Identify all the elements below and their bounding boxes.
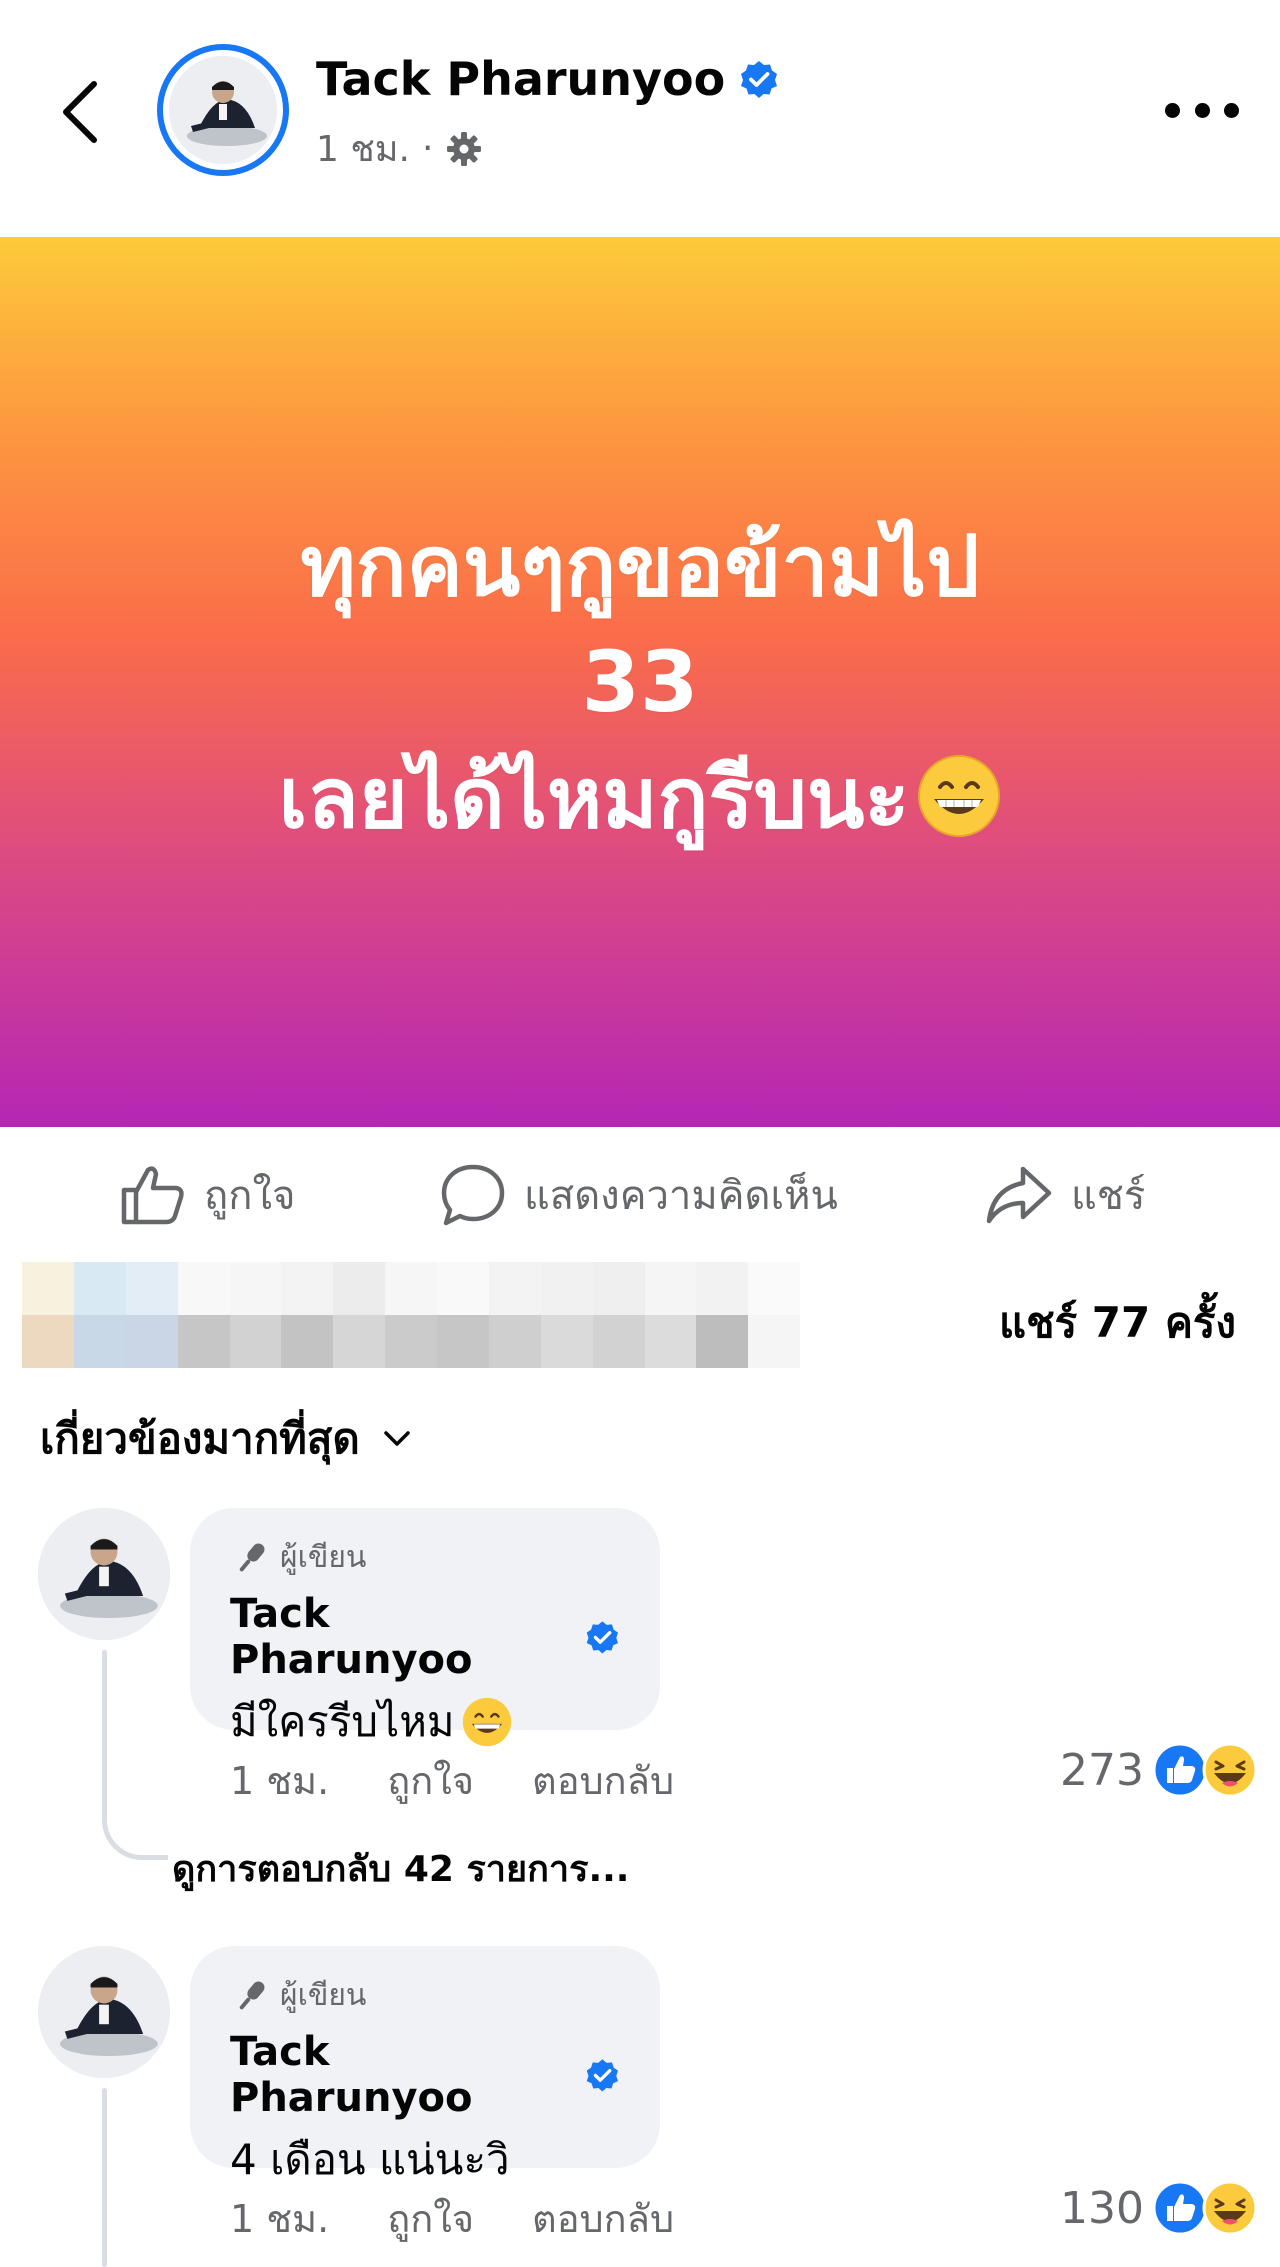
grinning-face-emoji-icon: [462, 1697, 511, 1747]
shares-count[interactable]: แชร์ 77 ครั้ง: [999, 1290, 1236, 1356]
thread-line: [102, 1650, 107, 1820]
share-button[interactable]: แชร์: [985, 1150, 1145, 1240]
avatar-photo: [38, 1946, 170, 2078]
comment-reply-button[interactable]: ตอบกลับ: [532, 1750, 674, 1811]
avatar-photo: [169, 56, 277, 164]
comment-bubble[interactable]: ผู้เขียน Tack Pharunyoo มีใครรีบไหม: [190, 1508, 660, 1747]
author-name-text[interactable]: Tack Pharunyoo: [316, 52, 725, 106]
chevron-left-icon: [63, 81, 97, 143]
dot: [1194, 102, 1210, 118]
comment-avatar[interactable]: [38, 1508, 170, 1640]
comment-author-name[interactable]: Tack Pharunyoo: [230, 2029, 573, 2121]
comment-author[interactable]: Tack Pharunyoo: [230, 2029, 620, 2121]
haha-reaction-icon: [1202, 2180, 1258, 2236]
share-label: แชร์: [1071, 1173, 1146, 1219]
more-options-button[interactable]: [1165, 90, 1239, 130]
comment-reply-button[interactable]: ตอบกลับ: [532, 2188, 674, 2249]
thread-line: [102, 2088, 107, 2267]
sort-label: เกี่ยวข้องมากที่สุด: [40, 1414, 360, 1463]
like-button[interactable]: ถูกใจ: [120, 1150, 295, 1240]
post-action-bar: ถูกใจ แสดงความคิดเห็น แชร์: [0, 1150, 1280, 1240]
verified-badge-icon: [587, 1621, 619, 1654]
comment-like-button[interactable]: ถูกใจ: [387, 2188, 474, 2249]
meta-separator: ·: [421, 128, 434, 169]
comment-bubble-icon: [441, 1164, 505, 1226]
grinning-face-emoji-icon: [917, 755, 1000, 837]
reaction-icons: [1152, 1742, 1258, 1798]
comment-button[interactable]: แสดงความคิดเห็น: [440, 1150, 838, 1240]
post-text-line-2: 33: [581, 633, 699, 731]
haha-reaction-icon: [1202, 1742, 1258, 1798]
post-header: Tack Pharunyoo 1 ชม. ·: [0, 0, 1280, 236]
comment-reactions[interactable]: 130: [1060, 2180, 1258, 2236]
post-content[interactable]: ทุกคนๆกูขอข้ามไป 33 เลยได้ไหมกูรีบนะ: [0, 237, 1280, 1127]
comment-text-content: 4 เดือน แน่นะวิ: [230, 2135, 510, 2184]
microphone-icon: [239, 1980, 265, 2009]
reaction-count: 273: [1060, 1744, 1144, 1796]
reactions-summary-blurred[interactable]: [22, 1262, 852, 1368]
post-time[interactable]: 1 ชม.: [316, 120, 410, 177]
reaction-count: 130: [1060, 2182, 1144, 2234]
verified-badge-icon: [741, 61, 778, 98]
thumbs-up-icon: [121, 1166, 184, 1225]
comment-text: มีใครรีบไหม: [230, 1689, 620, 1755]
like-reaction-icon: [1152, 2180, 1208, 2236]
comment-actions: 1 ชม. ถูกใจ ตอบกลับ: [230, 1750, 674, 1811]
like-label: ถูกใจ: [204, 1173, 296, 1219]
author-badge-label: ผู้เขียน: [280, 1978, 367, 2013]
comment-reactions[interactable]: 273: [1060, 1742, 1258, 1798]
comment-sort-dropdown[interactable]: เกี่ยวข้องมากที่สุด: [40, 1406, 412, 1472]
comment-text: 4 เดือน แน่นะวิ: [230, 2127, 620, 2193]
dot: [1165, 102, 1180, 118]
author-avatar[interactable]: [157, 44, 289, 176]
post-text-line-3-text: เลยได้ไหมกูรีบนะ: [278, 749, 910, 847]
comment-author[interactable]: Tack Pharunyoo: [230, 1591, 620, 1683]
verified-badge-icon: [587, 2059, 619, 2092]
comment-text-content: มีใครรีบไหม: [230, 1697, 455, 1746]
like-reaction-icon: [1152, 1742, 1208, 1798]
gear-icon: [447, 131, 482, 166]
chevron-down-icon: [383, 1431, 410, 1446]
post-text-line-3: เลยได้ไหมกูรีบนะ: [278, 740, 1001, 856]
comment-actions: 1 ชม. ถูกใจ ตอบกลับ: [230, 2188, 674, 2249]
author-badge-label: ผู้เขียน: [280, 1540, 367, 1575]
author-name[interactable]: Tack Pharunyoo: [316, 52, 779, 106]
avatar-photo: [38, 1508, 170, 1640]
post-meta: 1 ชม. ·: [316, 120, 483, 177]
share-arrow-icon: [986, 1166, 1052, 1224]
comment-time: 1 ชม.: [230, 2197, 330, 2241]
reaction-icons: [1152, 2180, 1258, 2236]
comment-label: แสดงความคิดเห็น: [524, 1173, 838, 1219]
comment-author-name[interactable]: Tack Pharunyoo: [230, 1591, 573, 1683]
comment-bubble[interactable]: ผู้เขียน Tack Pharunyoo 4 เดือน แน่นะวิ: [190, 1946, 660, 2184]
thread-connector: [102, 1810, 168, 1860]
back-button[interactable]: [52, 72, 108, 152]
dot: [1224, 102, 1239, 118]
comment-time: 1 ชม.: [230, 1759, 330, 1803]
comment-avatar[interactable]: [38, 1946, 170, 2078]
microphone-icon: [239, 1542, 265, 1571]
view-replies-link[interactable]: ดูการตอบกลับ 42 รายการ...: [172, 1840, 629, 1897]
author-badge: ผู้เขียน: [230, 1972, 620, 2019]
post-text-line-1: ทุกคนๆกูขอข้ามไป: [300, 517, 980, 615]
author-badge: ผู้เขียน: [230, 1534, 620, 1581]
comment-like-button[interactable]: ถูกใจ: [387, 1750, 474, 1811]
